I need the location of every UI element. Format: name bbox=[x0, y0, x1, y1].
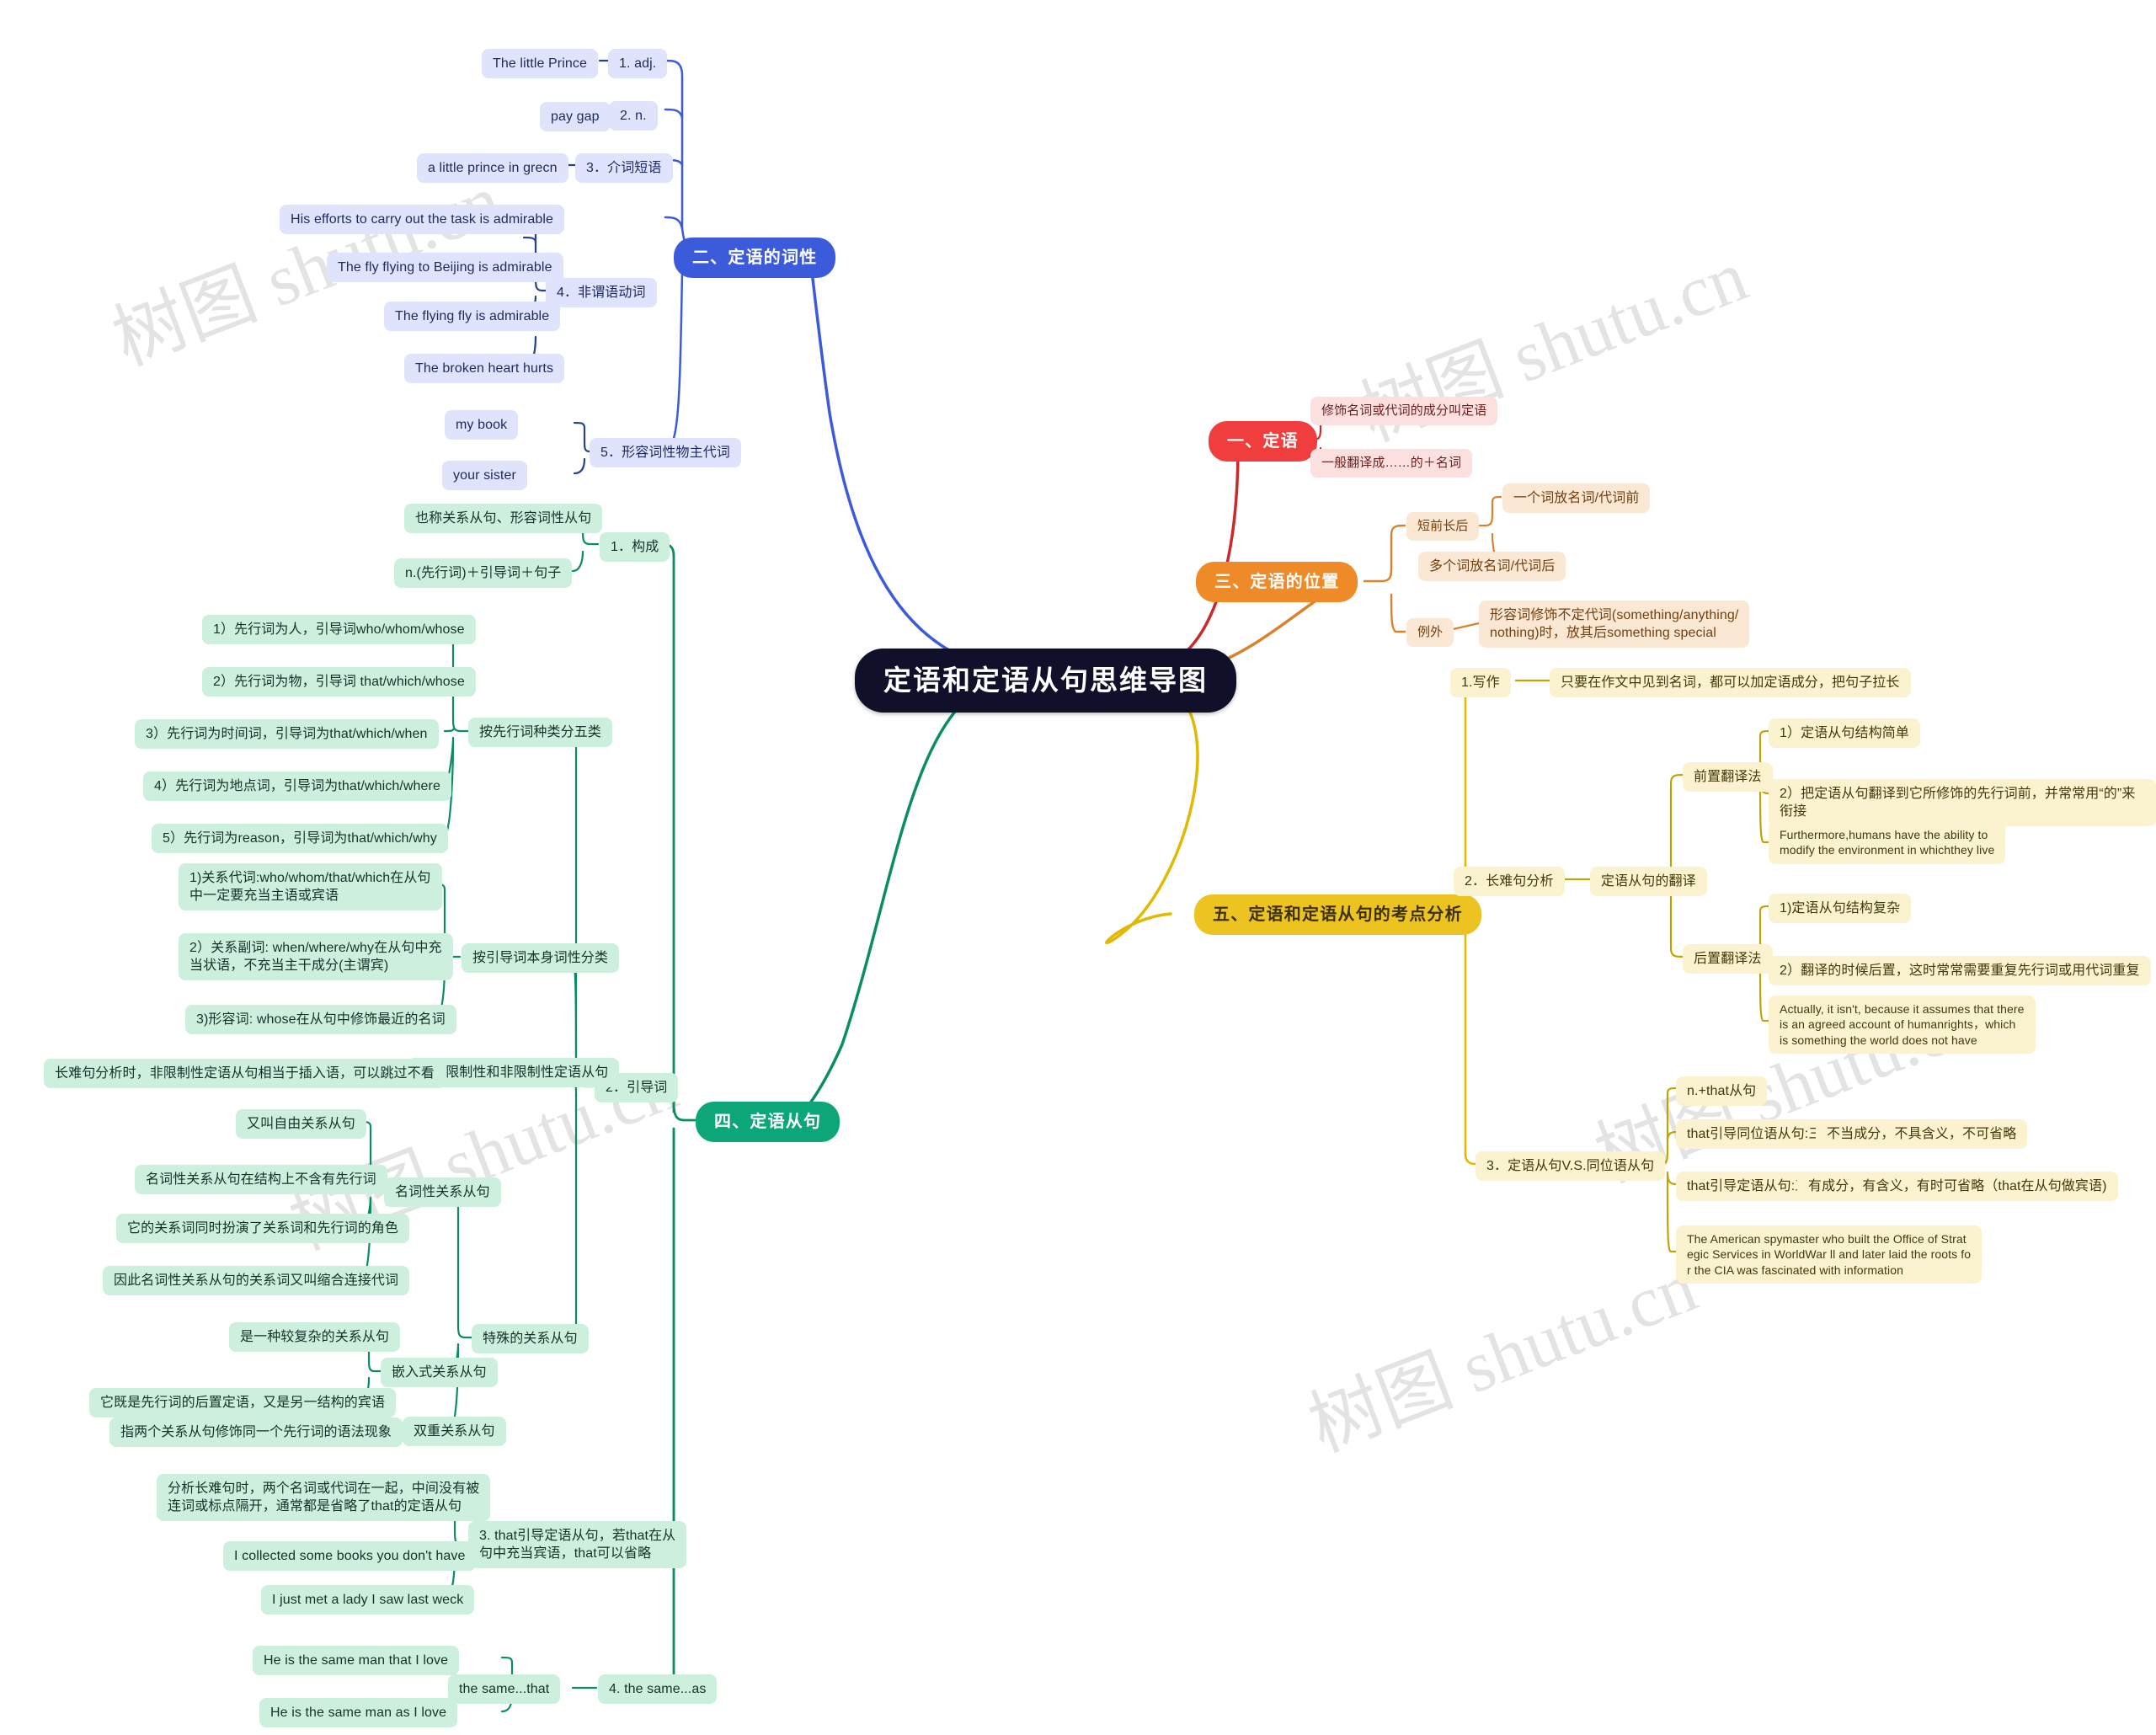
yellow-group-label[interactable]: 前置翻译法 bbox=[1683, 762, 1773, 793]
red-leaf[interactable]: 修饰名词或代词的成分叫定语 bbox=[1310, 397, 1498, 425]
yellow-leaf-note[interactable]: 不当成分，不具含义，不可省略 bbox=[1816, 1119, 2028, 1150]
green-subgroup-label[interactable]: 按引导词本身词性分类 bbox=[462, 943, 620, 974]
yellow-leaf[interactable]: Actually, it isn't, because it assumes t… bbox=[1769, 996, 2036, 1054]
branch-node-red[interactable]: 一、定语 bbox=[1209, 421, 1317, 462]
yellow-leaf[interactable]: The American spymaster who built the Off… bbox=[1676, 1225, 1983, 1284]
blue-leaf[interactable]: The fly flying to Beijing is admirable bbox=[327, 253, 563, 283]
yellow-leaf-note[interactable]: 有成分，有含义，有时可省略（that在从句做宾语) bbox=[1797, 1172, 2118, 1202]
green-leaf[interactable]: 2）先行词为物，引导词 that/which/whose bbox=[202, 667, 476, 697]
green-group-label[interactable]: 4. the same...as bbox=[598, 1674, 718, 1705]
green-leaf[interactable]: 3)形容词: whose在从句中修饰最近的名词 bbox=[185, 1005, 456, 1035]
green-leaf[interactable]: 1)关系代词:who/whom/that/which在从句 中一定要充当主语或宾… bbox=[179, 863, 442, 911]
red-leaf[interactable]: 一般翻译成……的＋名词 bbox=[1310, 449, 1473, 478]
green-leaf[interactable]: 2）关系副词: when/where/why在从句中充 当状语，不充当主干成分(… bbox=[179, 933, 453, 981]
green-leaf[interactable]: 因此名词性关系从句的关系词又叫缩合连接代词 bbox=[103, 1266, 410, 1296]
green-leaf[interactable]: 5）先行词为reason，引导词为that/which/why bbox=[152, 824, 448, 854]
branch-node-yellow[interactable]: 五、定语和定语从句的考点分析 bbox=[1194, 894, 1481, 936]
yellow-leaf[interactable]: Furthermore,humans have the ability to m… bbox=[1769, 821, 2006, 864]
green-leaf[interactable]: 又叫自由关系从句 bbox=[236, 1109, 366, 1140]
orange-leaf[interactable]: 多个词放名词/代词后 bbox=[1418, 552, 1566, 582]
green-leaf[interactable]: He is the same man as I love bbox=[259, 1698, 458, 1728]
green-leaf[interactable]: 3）先行词为时间词，引导词为that/which/when bbox=[135, 719, 439, 750]
blue-item-label[interactable]: 4．非谓语动词 bbox=[546, 278, 657, 308]
yellow-leaf[interactable]: 2）把定语从句翻译到它所修饰的先行词前，并常常用“的”来衔接 bbox=[1769, 779, 2156, 827]
blue-leaf[interactable]: a little prince in grecn bbox=[417, 153, 568, 184]
blue-leaf[interactable]: your sister bbox=[442, 461, 527, 491]
orange-item-label[interactable]: 例外 bbox=[1406, 618, 1454, 647]
yellow-leaf[interactable]: 只要在作文中见到名词，都可以加定语成分，把句子拉长 bbox=[1550, 668, 1911, 698]
yellow-item-label[interactable]: 3．定语从句V.S.同位语从句 bbox=[1476, 1151, 1666, 1182]
green-leaf[interactable]: 也称关系从句、形容词性从句 bbox=[404, 504, 603, 534]
green-subgroup-label[interactable]: 按先行词种类分五类 bbox=[468, 718, 612, 748]
yellow-leaf[interactable]: n.+that从句 bbox=[1676, 1076, 1768, 1107]
blue-leaf[interactable]: The little Prince bbox=[482, 49, 598, 79]
watermark: 树图 shutu.cn bbox=[1298, 1246, 1707, 1467]
orange-leaf[interactable]: 形容词修饰不定代词(something/anything/ nothing)时，… bbox=[1479, 601, 1750, 649]
green-group-label[interactable]: 3. that引导定语从句，若that在从 句中充当宾语，that可以省略 bbox=[468, 1521, 687, 1569]
green-group-label[interactable]: 1．构成 bbox=[600, 532, 670, 563]
green-leaf[interactable]: 4）先行词为地点词，引导词为that/which/where bbox=[143, 771, 451, 802]
green-subsubgroup-label[interactable]: 双重关系从句 bbox=[403, 1417, 506, 1447]
yellow-item-label[interactable]: 1.写作 bbox=[1450, 668, 1511, 698]
yellow-mid-label[interactable]: 定语从句的翻译 bbox=[1590, 867, 1707, 897]
blue-leaf[interactable]: The flying fly is admirable bbox=[384, 302, 561, 332]
blue-item-label[interactable]: 5．形容词性物主代词 bbox=[590, 438, 741, 468]
green-leaf[interactable]: I just met a lady I saw last weck bbox=[261, 1585, 475, 1615]
yellow-leaf[interactable]: 1)定语从句结构复杂 bbox=[1769, 894, 1912, 924]
green-subsubgroup-label[interactable]: 嵌入式关系从句 bbox=[381, 1358, 498, 1388]
root-node[interactable]: 定语和定语从句思维导图 bbox=[855, 649, 1236, 713]
green-leaf[interactable]: 分析长难句时，两个名词或代词在一起，中间没有被 连词或标点隔开，通常都是省略了t… bbox=[157, 1474, 491, 1522]
green-leaf[interactable]: 指两个关系从句修饰同一个先行词的语法现象 bbox=[109, 1417, 403, 1448]
blue-item-label[interactable]: 1. adj. bbox=[608, 49, 668, 79]
green-leaf[interactable]: 它既是先行词的后置定语，又是另一结构的宾语 bbox=[89, 1388, 397, 1418]
branch-node-blue[interactable]: 二、定语的词性 bbox=[674, 238, 836, 279]
branch-node-green[interactable]: 四、定语从句 bbox=[696, 1102, 841, 1143]
branch-node-orange[interactable]: 三、定语的位置 bbox=[1196, 562, 1358, 603]
yellow-group-label[interactable]: 后置翻译法 bbox=[1683, 944, 1773, 974]
blue-leaf[interactable]: my book bbox=[445, 410, 519, 440]
green-leaf[interactable]: 它的关系词同时扮演了关系词和先行词的角色 bbox=[116, 1214, 410, 1244]
blue-item-label[interactable]: 2. n. bbox=[609, 101, 658, 131]
blue-leaf[interactable]: The broken heart hurts bbox=[404, 354, 565, 384]
yellow-leaf[interactable]: 2）翻译的时候后置，这时常常需要重复先行词或用代词重复 bbox=[1769, 956, 2151, 986]
green-leaf[interactable]: n.(先行词)＋引导词＋句子 bbox=[394, 558, 573, 589]
yellow-item-label[interactable]: 2．长难句分析 bbox=[1454, 867, 1565, 897]
yellow-leaf[interactable]: 1）定语从句结构简单 bbox=[1769, 718, 1920, 749]
blue-item-label[interactable]: 3．介词短语 bbox=[575, 153, 673, 184]
green-leaf[interactable]: 1）先行词为人，引导词who/whom/whose bbox=[202, 615, 476, 645]
green-leaf[interactable]: 名词性关系从句在结构上不含有先行词 bbox=[135, 1165, 387, 1195]
green-subgroup-label[interactable]: 特殊的关系从句 bbox=[472, 1324, 589, 1354]
green-leaf[interactable]: I collected some books you don't have bbox=[223, 1541, 477, 1572]
green-leaf[interactable]: 长难句分析时，非限制性定语从句相当于插入语，可以跳过不看 bbox=[44, 1059, 446, 1089]
mindmap-canvas: 树图 shutu.cn 树图 shutu.cn 树图 shutu.cn 树图 s… bbox=[0, 0, 2156, 1735]
orange-item-label[interactable]: 短前长后 bbox=[1406, 512, 1480, 541]
green-leaf[interactable]: He is the same man that I love bbox=[253, 1646, 460, 1676]
blue-leaf[interactable]: His efforts to carry out the task is adm… bbox=[280, 205, 564, 235]
blue-leaf[interactable]: pay gap bbox=[540, 102, 611, 132]
green-leaf[interactable]: 是一种较复杂的关系从句 bbox=[229, 1322, 401, 1353]
green-subsubgroup-label[interactable]: 名词性关系从句 bbox=[384, 1177, 501, 1208]
orange-leaf[interactable]: 一个词放名词/代词前 bbox=[1502, 483, 1651, 514]
green-mid-label[interactable]: the same...that bbox=[448, 1674, 561, 1705]
